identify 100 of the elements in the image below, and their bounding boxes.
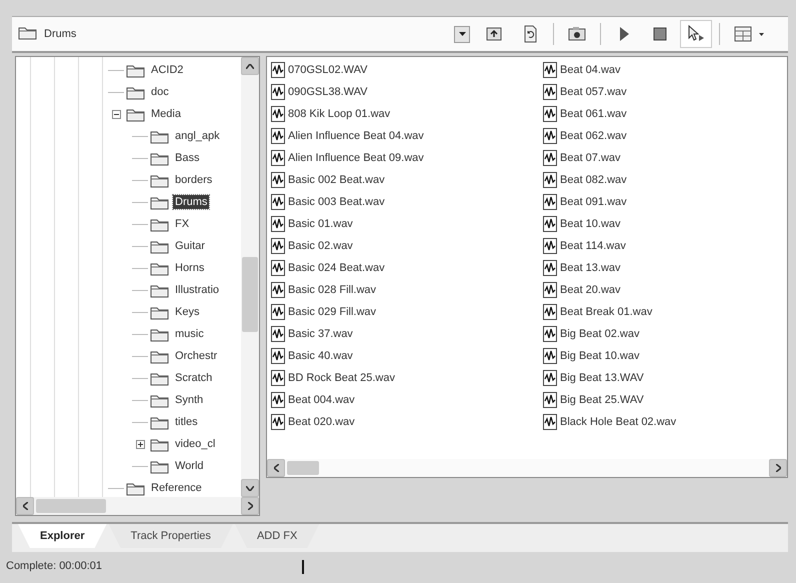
scroll-thumb[interactable]	[287, 461, 319, 475]
file-item[interactable]: Basic 37.wav	[288, 328, 353, 340]
file-item[interactable]: Beat 20.wav	[560, 284, 621, 296]
tree-item[interactable]: Media	[149, 107, 183, 121]
scroll-up-button[interactable]	[241, 57, 259, 75]
dropdown-button[interactable]	[454, 26, 470, 42]
scroll-right-button[interactable]	[241, 497, 259, 515]
file-item[interactable]: Beat 020.wav	[288, 416, 355, 428]
folder-icon	[150, 458, 170, 474]
file-item[interactable]: Beat 114.wav	[560, 240, 626, 252]
tree-item[interactable]: angl_apk	[173, 129, 222, 143]
folder-icon	[126, 84, 146, 100]
file-item[interactable]: Basic 002 Beat.wav	[288, 174, 385, 186]
file-item[interactable]: Beat 004.wav	[288, 394, 355, 406]
tab[interactable]: Track Properties	[108, 524, 233, 548]
scroll-right-button[interactable]	[769, 459, 787, 477]
audio-file-icon	[543, 260, 557, 276]
tree-item[interactable]: Illustratio	[173, 283, 222, 297]
file-item[interactable]: Beat 057.wav	[560, 86, 627, 98]
file-item[interactable]: Basic 024 Beat.wav	[288, 262, 385, 274]
tree-item[interactable]: doc	[149, 85, 171, 99]
audio-file-icon	[543, 172, 557, 188]
tree-item[interactable]: Scratch	[173, 371, 214, 385]
file-item[interactable]: Basic 003 Beat.wav	[288, 196, 385, 208]
expand-icon[interactable]	[136, 440, 144, 448]
tree-item[interactable]: ACID2	[149, 63, 186, 77]
audio-file-icon	[271, 304, 285, 320]
file-item[interactable]: BD Rock Beat 25.wav	[288, 372, 395, 384]
scroll-down-button[interactable]	[241, 479, 259, 497]
file-item[interactable]: Basic 029 Fill.wav	[288, 306, 376, 318]
chevron-left-icon	[274, 464, 278, 472]
folder-icon	[150, 238, 170, 254]
folder-icon	[150, 172, 170, 188]
file-item[interactable]: Big Beat 02.wav	[560, 328, 640, 340]
audio-file-icon	[271, 84, 285, 100]
file-item[interactable]: Beat 04.wav	[560, 64, 621, 76]
folder-icon	[150, 128, 170, 144]
file-item[interactable]: Beat 062.wav	[560, 130, 627, 142]
file-item[interactable]: Basic 02.wav	[288, 240, 353, 252]
file-item[interactable]: Big Beat 25.WAV	[560, 394, 644, 406]
tree-item[interactable]: Bass	[173, 151, 202, 165]
file-item[interactable]: 808 Kik Loop 01.wav	[288, 108, 390, 120]
tree-item[interactable]: Drums	[173, 195, 210, 209]
audio-file-icon	[271, 106, 285, 122]
audio-file-icon	[543, 326, 557, 342]
scroll-left-button[interactable]	[267, 459, 285, 477]
collapse-icon[interactable]	[112, 110, 120, 118]
audio-file-icon	[271, 414, 285, 430]
file-item[interactable]: Beat 13.wav	[560, 262, 621, 274]
file-item[interactable]: Beat 091.wav	[560, 196, 627, 208]
file-item[interactable]: Beat 10.wav	[560, 218, 621, 230]
tree-item[interactable]: Reference	[149, 481, 204, 495]
audio-file-icon	[543, 216, 557, 232]
file-item[interactable]: 070GSL02.WAV	[288, 64, 368, 76]
folder-icon	[126, 62, 146, 78]
folder-icon	[150, 194, 170, 210]
tree-item[interactable]: World	[173, 459, 206, 473]
tab[interactable]: ADD FX	[234, 524, 320, 548]
chevron-right-icon	[776, 464, 780, 472]
file-item[interactable]: 090GSL38.WAV	[288, 86, 368, 98]
tree-item[interactable]: Orchestr	[173, 349, 220, 363]
tree-item[interactable]: borders	[173, 173, 214, 187]
audio-file-icon	[271, 128, 285, 144]
tree-item[interactable]: FX	[173, 217, 192, 231]
tree-item[interactable]: music	[173, 327, 206, 341]
file-item[interactable]: Alien Influence Beat 09.wav	[288, 152, 424, 164]
folder-icon	[150, 260, 170, 276]
folder-icon	[150, 436, 170, 452]
audio-file-icon	[543, 194, 557, 210]
toolbar-button[interactable]	[680, 20, 712, 48]
audio-file-icon	[543, 282, 557, 298]
tree-item[interactable]: Synth	[173, 393, 206, 407]
tab[interactable]: Explorer	[18, 524, 107, 548]
tree-item[interactable]: Guitar	[173, 239, 207, 253]
chevron-up-icon	[246, 64, 254, 68]
audio-file-icon	[271, 260, 285, 276]
file-item[interactable]: Basic 40.wav	[288, 350, 353, 362]
scroll-thumb[interactable]	[36, 499, 106, 513]
file-item[interactable]: Beat 061.wav	[560, 108, 627, 120]
file-item[interactable]: Black Hole Beat 02.wav	[560, 416, 676, 428]
file-item[interactable]: Beat 082.wav	[560, 174, 627, 186]
file-item[interactable]: Big Beat 10.wav	[560, 350, 640, 362]
folder-icon	[150, 326, 170, 342]
audio-file-icon	[271, 238, 285, 254]
file-item[interactable]: Big Beat 13.WAV	[560, 372, 644, 384]
file-item[interactable]: Beat 07.wav	[560, 152, 621, 164]
scroll-thumb[interactable]	[242, 257, 258, 332]
tree-item[interactable]: Keys	[173, 305, 202, 319]
file-item[interactable]: Alien Influence Beat 04.wav	[288, 130, 424, 142]
scroll-left-button[interactable]	[16, 497, 34, 515]
file-item[interactable]: Beat Break 01.wav	[560, 306, 652, 318]
file-item[interactable]: Basic 028 Fill.wav	[288, 284, 376, 296]
chevron-right-icon	[248, 502, 252, 510]
tree-item[interactable]: titles	[173, 415, 200, 429]
tree-item[interactable]: Horns	[173, 261, 206, 275]
tree-item[interactable]: video_cl	[173, 437, 218, 451]
chevron-down-icon	[246, 486, 254, 490]
file-item[interactable]: Basic 01.wav	[288, 218, 353, 230]
address-value: Drums	[44, 28, 78, 40]
caret-icon	[759, 32, 764, 36]
